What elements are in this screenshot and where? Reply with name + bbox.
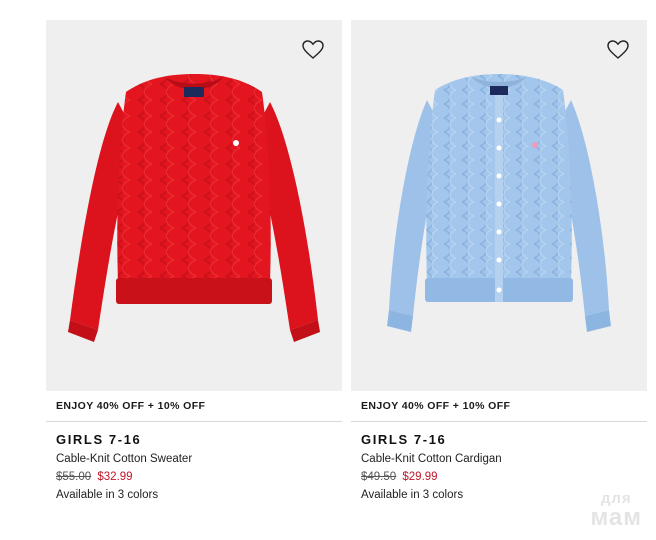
color-availability[interactable]: Available in 3 colors (46, 489, 342, 501)
product-name-link[interactable]: Cable-Knit Cotton Sweater (46, 453, 342, 465)
product-card[interactable]: ENJOY 40% OFF + 10% OFF GIRLS 7-16 Cable… (46, 20, 342, 501)
sweater-image (68, 74, 320, 342)
product-image[interactable] (46, 20, 342, 391)
heart-outline-icon[interactable] (607, 40, 629, 60)
product-name-link[interactable]: Cable-Knit Cotton Cardigan (351, 453, 647, 465)
product-card[interactable]: ENJOY 40% OFF + 10% OFF GIRLS 7-16 Cable… (351, 20, 647, 501)
price-row: $49.50 $29.99 (351, 471, 647, 483)
product-image[interactable] (351, 20, 647, 391)
original-price: $55.00 (56, 471, 92, 483)
promo-banner: ENJOY 40% OFF + 10% OFF (46, 392, 342, 422)
price-row: $55.00 $32.99 (46, 471, 342, 483)
watermark-line-2: мам (590, 504, 642, 531)
heart-outline-icon[interactable] (302, 40, 324, 60)
sale-price: $32.99 (97, 471, 133, 483)
original-price: $49.50 (361, 471, 397, 483)
product-category: GIRLS 7-16 (361, 432, 447, 447)
watermark: для мам (590, 491, 642, 530)
sale-price: $29.99 (402, 471, 438, 483)
cardigan-image (387, 74, 611, 332)
promo-banner: ENJOY 40% OFF + 10% OFF (351, 392, 647, 422)
product-category: GIRLS 7-16 (56, 432, 142, 447)
